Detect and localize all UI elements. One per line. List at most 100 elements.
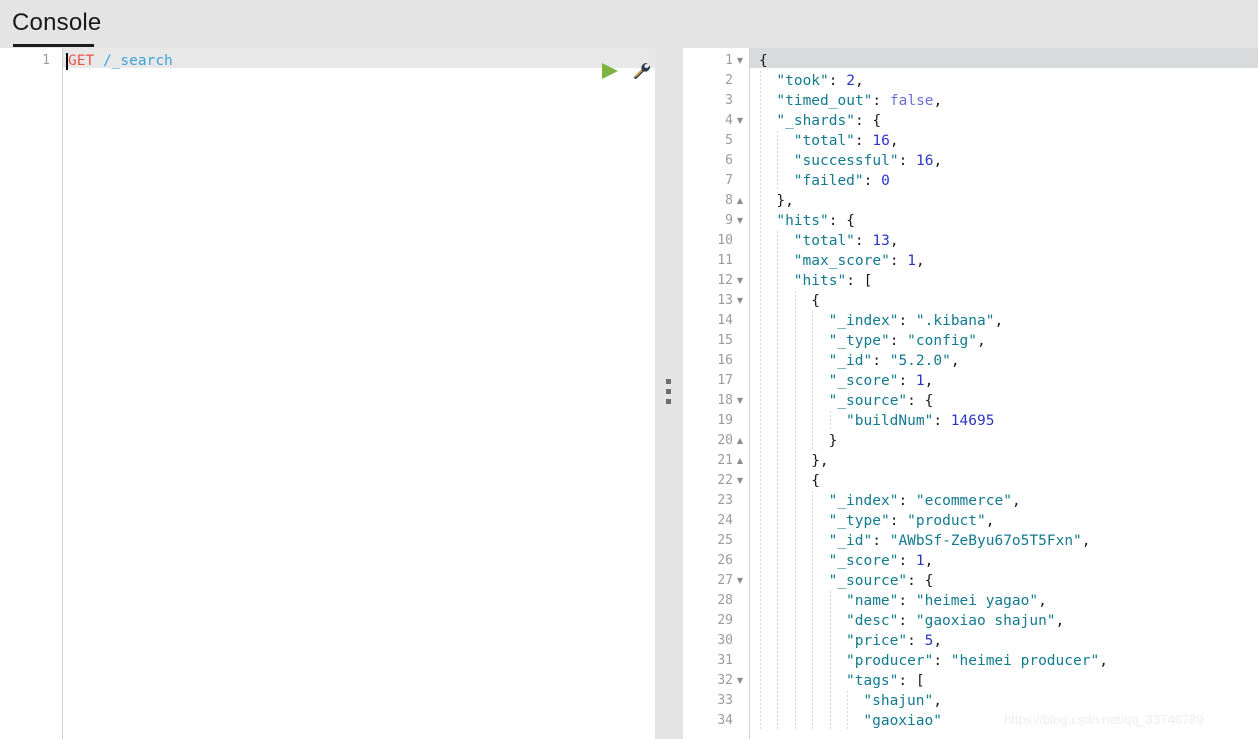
json-key-token: "successful" — [793, 153, 899, 169]
json-number-token: 0 — [881, 173, 890, 189]
response-code-line[interactable]: { — [759, 51, 768, 71]
json-punct-token — [907, 613, 916, 629]
json-punct-token — [907, 373, 916, 389]
indent-guide — [812, 311, 814, 451]
response-code-line[interactable]: { — [811, 291, 820, 311]
fold-collapse-icon[interactable]: ▼ — [735, 471, 745, 491]
json-string-token: "config" — [907, 333, 978, 349]
request-code-line[interactable]: GET /_search — [68, 51, 173, 71]
response-code-line[interactable]: "_id": "AWbSf-ZeByu67o5T5Fxn", — [829, 531, 1091, 551]
json-punct-token — [838, 73, 847, 89]
fold-collapse-icon[interactable]: ▼ — [735, 391, 745, 411]
fold-collapse-icon[interactable]: ▼ — [735, 271, 745, 291]
fold-expand-icon[interactable]: ▲ — [735, 451, 745, 471]
json-key-token: "hits" — [776, 213, 829, 229]
response-code-line[interactable]: "timed_out": false, — [776, 91, 942, 111]
response-code-line[interactable]: "_index": "ecommerce", — [829, 491, 1021, 511]
response-code-line[interactable]: "producer": "heimei producer", — [846, 651, 1108, 671]
response-line-number: 15 — [717, 333, 733, 348]
json-key-token: "_source" — [828, 393, 908, 409]
response-editor-pane[interactable]: 1 2 3 4 5 6 7 8 9 10 11 12 13 14 15 16 17 18 19 20 21 22 23 24 2… — [683, 48, 1258, 739]
response-code-line[interactable]: "hits": { — [776, 211, 855, 231]
response-code-line[interactable]: "buildNum": 14695 — [846, 411, 994, 431]
fold-collapse-icon[interactable]: ▼ — [735, 211, 745, 231]
response-code-line[interactable]: "_score": 1, — [829, 371, 934, 391]
json-punct-token: }, — [776, 193, 794, 209]
response-code-line[interactable]: "_shards": { — [776, 111, 881, 131]
response-code-line[interactable]: "_score": 1, — [829, 551, 934, 571]
response-line-number: 21 — [717, 453, 733, 468]
request-path-token: /_search — [102, 53, 173, 69]
response-code-line[interactable]: "took": 2, — [776, 71, 863, 91]
response-code-line[interactable]: "shajun", — [863, 691, 942, 711]
response-line-number: 13 — [717, 293, 733, 308]
json-key-token: "buildNum" — [846, 413, 934, 429]
response-code-line[interactable]: "total": 16, — [794, 131, 899, 151]
json-punct-token — [881, 533, 890, 549]
response-line-number: 19 — [717, 413, 733, 428]
fold-collapse-icon[interactable]: ▼ — [735, 291, 745, 311]
json-key-token: "name" — [846, 593, 899, 609]
fold-collapse-icon[interactable]: ▼ — [735, 51, 745, 71]
response-line-number: 16 — [717, 353, 733, 368]
response-code-line[interactable]: "max_score": 1, — [794, 251, 925, 271]
response-code-line[interactable]: "_index": ".kibana", — [829, 311, 1004, 331]
response-code-line[interactable]: "desc": "gaoxiao shajun", — [846, 611, 1064, 631]
json-key-token: "tags" — [846, 673, 899, 689]
indent-guide — [794, 291, 796, 731]
response-gutter-separator — [749, 48, 750, 739]
response-code-line[interactable]: "_id": "5.2.0", — [829, 351, 960, 371]
json-punct-token — [907, 153, 916, 169]
response-code-line[interactable]: "_source": { — [829, 571, 934, 591]
response-code-line[interactable]: "tags": [ — [846, 671, 925, 691]
response-code-line[interactable]: "successful": 16, — [794, 151, 942, 171]
json-number-token: 1 — [915, 553, 925, 569]
response-line-number: 33 — [717, 693, 733, 708]
json-string-token: "heimei producer" — [950, 653, 1100, 669]
json-number-token: 1 — [915, 373, 925, 389]
drag-handle-dots-icon[interactable] — [664, 378, 674, 409]
response-code-line[interactable]: "failed": 0 — [794, 171, 890, 191]
response-code-line[interactable]: "price": 5, — [846, 631, 942, 651]
json-string-token: "gaoxiao" — [863, 713, 942, 729]
json-colon-token: : — [907, 633, 916, 649]
response-code-line[interactable]: "total": 13, — [794, 231, 899, 251]
response-code-line[interactable]: "gaoxiao" — [863, 711, 942, 731]
response-line-number: 14 — [717, 313, 733, 328]
json-punct-token — [881, 93, 890, 109]
response-line-number: 26 — [717, 553, 733, 568]
fold-collapse-icon[interactable]: ▼ — [735, 571, 745, 591]
json-colon-token: : — [872, 533, 881, 549]
response-code-line[interactable]: "hits": [ — [794, 271, 873, 291]
response-line-number: 6 — [725, 153, 733, 168]
json-key-token: "_id" — [828, 353, 873, 369]
fold-expand-icon[interactable]: ▲ — [735, 191, 745, 211]
request-settings-button[interactable] — [632, 61, 652, 81]
response-code-line[interactable]: "name": "heimei yagao", — [846, 591, 1047, 611]
json-punct-token: , — [889, 233, 899, 249]
response-code-line[interactable]: "_source": { — [829, 391, 934, 411]
json-colon-token: : — [828, 213, 838, 229]
response-line-number: 2 — [725, 73, 733, 88]
request-editor-pane[interactable]: 1 GET /_search — [0, 48, 667, 739]
json-punct-token: , — [1099, 653, 1108, 669]
console-app: Console 1 GET /_search 1234567 8 9 10 11… — [0, 0, 1258, 739]
json-keyword-token: false — [889, 93, 934, 109]
response-code-line[interactable]: }, — [776, 191, 793, 211]
fold-collapse-icon[interactable]: ▼ — [735, 111, 745, 131]
json-colon-token: : — [898, 593, 908, 609]
response-active-line-highlight — [683, 48, 1258, 68]
fold-collapse-icon[interactable]: ▼ — [735, 671, 745, 691]
response-code-line[interactable]: }, — [811, 451, 828, 471]
response-code-line[interactable]: "_type": "config", — [829, 331, 986, 351]
response-code-line[interactable]: } — [829, 431, 838, 451]
pane-divider[interactable] — [655, 48, 683, 739]
json-punct-token: { — [759, 53, 768, 69]
run-request-button[interactable] — [600, 62, 620, 80]
response-code-line[interactable]: "_type": "product", — [829, 511, 995, 531]
response-line-number: 10 — [717, 233, 733, 248]
json-colon-token: : — [828, 73, 838, 89]
response-code-line[interactable]: { — [811, 471, 820, 491]
fold-expand-icon[interactable]: ▲ — [735, 431, 745, 451]
json-number-token: 16 — [916, 153, 934, 169]
